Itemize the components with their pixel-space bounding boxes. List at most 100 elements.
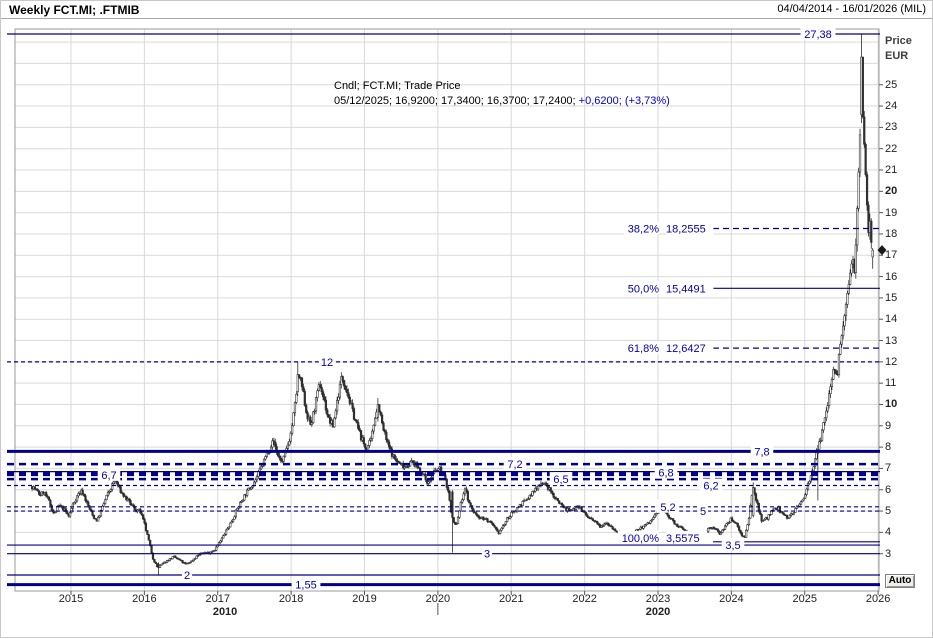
candle-body: [550, 488, 552, 492]
y-tick-label: 10: [885, 398, 897, 410]
x-tick-label: 2024: [719, 593, 743, 605]
candle-body: [89, 506, 91, 510]
candle-body: [107, 492, 109, 495]
candle-body: [726, 524, 728, 526]
candle-body: [305, 405, 307, 412]
fib-value-label: 15,4491: [666, 283, 706, 295]
x-tick-label: 2018: [279, 593, 303, 605]
candle-body: [557, 498, 559, 500]
candle-body: [650, 521, 652, 523]
candle-body: [85, 496, 87, 501]
y-tick-label: 4: [885, 526, 891, 538]
y-tick-label: 11: [885, 377, 896, 389]
candle-body: [511, 512, 513, 516]
candle-body: [475, 513, 477, 515]
candle-body: [849, 273, 851, 284]
candle-body: [235, 510, 237, 517]
y-tick-label: 20: [885, 185, 897, 197]
candle-body: [724, 526, 726, 530]
candle-body: [522, 501, 524, 505]
candle-body: [279, 456, 281, 458]
candle-body: [461, 500, 463, 503]
candle-body: [342, 377, 344, 381]
legend-ohlc-black: 05/12/2025; 16,9200; 17,3400; 16,3700; 1…: [334, 95, 579, 107]
level-label: 6,2: [703, 480, 718, 492]
candle-body: [255, 480, 257, 482]
y-tick-label: 14: [885, 313, 897, 325]
candle-body: [76, 496, 78, 501]
candle-body: [654, 515, 656, 518]
y-tick-label: 12: [885, 356, 897, 368]
candle-body: [48, 497, 50, 500]
candle-body: [866, 175, 868, 206]
y-axis-title: Price EUR: [885, 34, 912, 64]
candle-body: [467, 491, 469, 500]
candle-body: [789, 515, 791, 518]
candle-body: [290, 433, 292, 441]
chart-window: Weekly FCT.MI; .FTMIB 04/04/2014 - 16/01…: [0, 0, 933, 638]
candle-body: [831, 379, 833, 386]
candle-body: [82, 490, 84, 494]
candle-body: [93, 515, 95, 518]
level-label: 2: [184, 570, 190, 582]
x-tick-label: 2020: [426, 593, 450, 605]
candle-body: [748, 518, 750, 525]
level-label: 12: [321, 357, 333, 369]
candle-body: [516, 507, 518, 511]
candle-body: [367, 445, 369, 450]
candle-body: [324, 397, 326, 400]
level-label: 5: [700, 506, 706, 518]
candle-body: [120, 487, 122, 493]
candle-body: [676, 524, 678, 527]
candle-body: [804, 495, 806, 499]
candle-body: [88, 502, 90, 506]
candle-body: [466, 489, 468, 492]
candle-body: [731, 518, 733, 521]
y-tick-label: 23: [885, 121, 897, 133]
candle-body: [459, 511, 461, 518]
fib-value-label: 12,6427: [666, 343, 706, 355]
candle-body: [326, 410, 328, 415]
candle-body: [117, 482, 119, 486]
candle-body: [858, 172, 860, 208]
candle-body: [585, 512, 587, 515]
candle-body: [222, 536, 224, 538]
series-legend: Cndl; FCT.MI; Trade Price 05/12/2025; 16…: [334, 79, 670, 109]
y-tick-label: 3: [885, 548, 891, 560]
candle-body: [380, 412, 382, 415]
candle-body: [830, 387, 832, 394]
x-tick-label: 2022: [572, 593, 596, 605]
candle-body: [353, 409, 355, 420]
y-tick-label: 19: [885, 207, 897, 219]
candle-body: [277, 452, 279, 455]
candle-body: [301, 378, 303, 387]
candle-body: [321, 387, 323, 391]
candle-body: [806, 489, 808, 494]
candle-body: [265, 457, 267, 460]
candle-body: [463, 494, 465, 500]
candle-body: [394, 455, 396, 459]
candle-body: [349, 397, 351, 403]
y-tick-label: 17: [885, 249, 897, 261]
candle-body: [502, 525, 504, 528]
candle-body: [757, 500, 759, 503]
y-tick-label: 15: [885, 292, 897, 304]
level-label: 1,55: [295, 580, 316, 592]
candle-body: [449, 491, 451, 500]
candle-body: [395, 459, 397, 461]
candle-body: [845, 304, 847, 315]
candle-body: [460, 502, 462, 511]
candle-body: [280, 458, 282, 461]
candle-body: [841, 336, 843, 344]
candle-body: [334, 418, 336, 427]
candle-body: [159, 565, 161, 567]
price-label: Price: [885, 34, 912, 49]
candle-body: [824, 418, 826, 423]
y-tick-label: 22: [885, 143, 897, 155]
candle-body: [346, 389, 348, 392]
y-tick-label: 5: [885, 505, 891, 517]
auto-scale-button[interactable]: Auto: [885, 574, 915, 588]
candle-body: [388, 442, 390, 447]
fib-pct-label: 50,0%: [628, 283, 659, 295]
candle-body: [315, 398, 317, 411]
